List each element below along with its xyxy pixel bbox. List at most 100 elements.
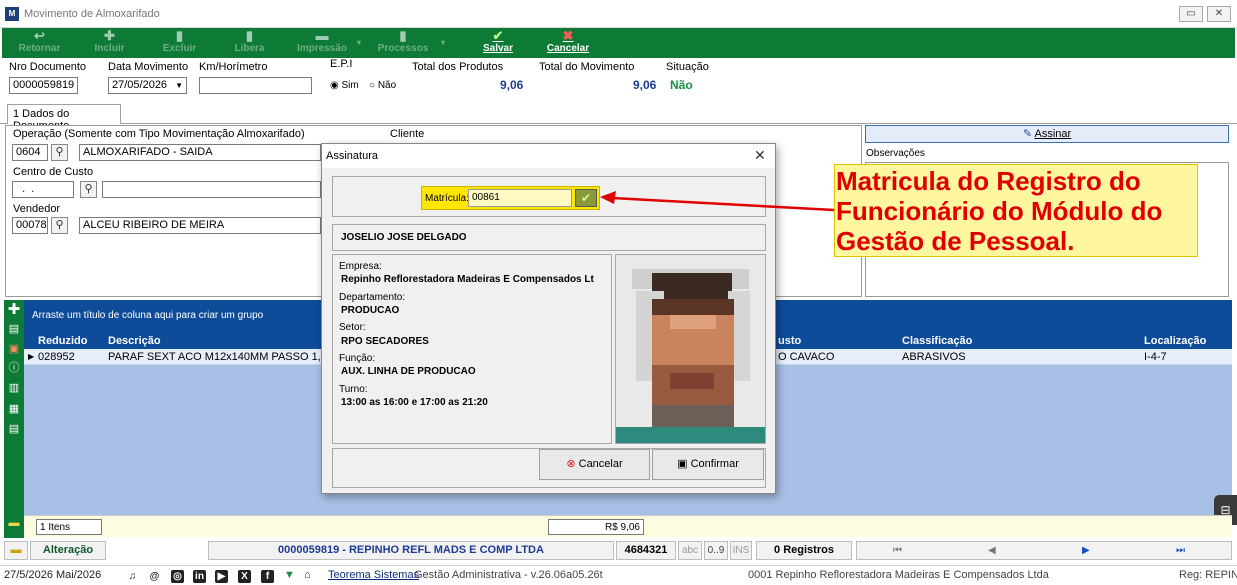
cell-custo: O CAVACO bbox=[778, 351, 835, 363]
tab-dados-documento[interactable]: 1 Dados do Documento bbox=[7, 104, 121, 132]
col-custo[interactable]: usto bbox=[778, 333, 802, 349]
status-nums: 0..9 bbox=[704, 541, 728, 560]
operacao-desc-field: ALMOXARIFADO - SAIDA bbox=[79, 144, 321, 161]
vendedor-search-icon[interactable]: ⚲ bbox=[51, 217, 68, 234]
data-movimento-value: 27/05/2026 bbox=[112, 79, 168, 91]
plus-icon: ✚ bbox=[104, 28, 115, 43]
bottom-company: 0001 Repinho Reflorestadora Madeiras E C… bbox=[748, 569, 1049, 581]
processos-button[interactable]: ▮ Processos bbox=[372, 28, 434, 58]
col-localizacao[interactable]: Localização bbox=[1144, 333, 1207, 349]
centro-custo-label: Centro de Custo bbox=[13, 166, 94, 178]
save-icon: ▣ bbox=[677, 458, 688, 470]
employee-name-section: JOSELIO JOSE DELGADO bbox=[332, 224, 766, 251]
info-icon[interactable]: ⓘ bbox=[7, 361, 21, 375]
excluir-button[interactable]: ▮ Excluir bbox=[152, 28, 207, 58]
cell-classificacao: ABRASIVOS bbox=[902, 351, 966, 363]
annotation-line-2: Funcionário do Módulo do bbox=[836, 196, 1163, 226]
add-row-icon[interactable]: ✚ bbox=[7, 302, 21, 317]
empresa-label: Empresa: bbox=[339, 261, 382, 272]
last-record-icon[interactable]: ⏭ bbox=[1176, 545, 1185, 556]
operacao-code-field[interactable]: 0604 bbox=[12, 144, 48, 161]
impressao-button[interactable]: ▬ Impressão bbox=[287, 28, 357, 58]
x-icon: ✖ bbox=[562, 28, 574, 43]
impressao-label: Impressão bbox=[296, 43, 348, 54]
return-icon: ↩ bbox=[34, 28, 45, 43]
prev-record-icon[interactable]: ◀ bbox=[988, 545, 996, 556]
teorema-link[interactable]: Teorema Sistemas bbox=[328, 566, 419, 585]
youtube-icon[interactable]: ▶ bbox=[215, 570, 228, 583]
at-icon[interactable]: @ bbox=[148, 570, 161, 583]
empresa-value: Repinho Reflorestadora Madeiras E Compen… bbox=[341, 274, 594, 285]
centro-custo-search-icon[interactable]: ⚲ bbox=[80, 181, 97, 198]
situacao-value: Não bbox=[670, 78, 693, 92]
tab-strip: 1 Dados do Documento bbox=[0, 100, 1237, 132]
bottom-tool-icon[interactable]: ▬ bbox=[7, 516, 21, 530]
nro-documento-field[interactable]: 0000059819 bbox=[9, 77, 78, 94]
total-produtos-label: Total dos Produtos bbox=[412, 61, 504, 73]
matricula-label: Matrícula: bbox=[425, 193, 469, 204]
delete-icon[interactable]: ▣ bbox=[7, 342, 21, 356]
epi-sim-label: Sim bbox=[341, 80, 359, 91]
status-mode: Alteração bbox=[30, 541, 106, 560]
sign-icon: ✎ bbox=[1022, 128, 1033, 140]
total-movimento-label: Total do Movimento bbox=[539, 61, 635, 73]
cancelar-label: Cancelar bbox=[578, 458, 623, 470]
assinar-button[interactable]: ✎ Assinar bbox=[865, 125, 1229, 143]
confirmar-button[interactable]: ▣ Confirmar bbox=[652, 449, 764, 480]
employee-info-section: Empresa: Repinho Reflorestadora Madeiras… bbox=[332, 254, 612, 444]
facebook-icon[interactable]: f bbox=[261, 570, 274, 583]
vendedor-code-field[interactable]: 00078 bbox=[12, 217, 48, 234]
report-icon[interactable]: ▤ bbox=[7, 422, 21, 436]
next-record-icon[interactable]: ▶ bbox=[1082, 545, 1090, 556]
libera-button[interactable]: ▮ Libera bbox=[222, 28, 277, 58]
setor-value: RPO SECADORES bbox=[341, 336, 429, 347]
matricula-confirm-icon[interactable]: ✔ bbox=[575, 189, 597, 207]
headset-icon[interactable]: ♫ bbox=[126, 570, 139, 583]
x-twitter-icon[interactable]: X bbox=[238, 570, 251, 583]
epi-sim-radio[interactable]: ◉ Sim bbox=[330, 80, 359, 91]
edit-icon[interactable]: ▤ bbox=[7, 322, 21, 336]
confirmar-label: Confirmar bbox=[690, 458, 739, 470]
operacao-search-icon[interactable]: ⚲ bbox=[51, 144, 68, 161]
data-movimento-field[interactable]: 27/05/2026 ▼ bbox=[108, 77, 187, 94]
close-window-button[interactable]: ✕ bbox=[1207, 6, 1231, 22]
cell-descricao: PARAF SEXT ACO M12x140MM PASSO 1,75 bbox=[108, 351, 333, 363]
dialog-titlebar: Assinatura bbox=[322, 144, 775, 168]
epi-nao-label: Não bbox=[377, 80, 397, 91]
calendar-dropdown-icon[interactable]: ▼ bbox=[175, 78, 183, 93]
incluir-button[interactable]: ✚ Incluir bbox=[82, 28, 137, 58]
linkedin-icon[interactable]: in bbox=[193, 570, 206, 583]
employee-photo bbox=[615, 254, 766, 444]
dialog-close-icon[interactable]: ✕ bbox=[754, 147, 766, 164]
salvar-button[interactable]: ✔ Salvar bbox=[472, 28, 524, 58]
impressao-dropdown-icon[interactable]: ▾ bbox=[354, 28, 364, 58]
printer-icon: ▬ bbox=[315, 28, 329, 43]
grid-icon[interactable]: ▦ bbox=[7, 402, 21, 416]
col-descricao[interactable]: Descrição bbox=[108, 333, 161, 349]
setor-label: Setor: bbox=[339, 322, 366, 333]
libera-label: Libera bbox=[234, 43, 265, 54]
matricula-field[interactable]: 00861 bbox=[468, 189, 572, 207]
col-classificacao[interactable]: Classificação bbox=[902, 333, 973, 349]
excluir-label: Excluir bbox=[162, 43, 197, 54]
km-field[interactable] bbox=[199, 77, 312, 94]
book-icon[interactable]: ▥ bbox=[7, 381, 21, 395]
radio-unchecked-icon: ○ bbox=[369, 80, 376, 91]
cancelar-button[interactable]: ⊗ Cancelar bbox=[539, 449, 650, 480]
centro-custo-code-field[interactable]: . . bbox=[12, 181, 74, 198]
instagram-icon[interactable]: ◎ bbox=[171, 570, 184, 583]
radio-checked-icon: ◉ bbox=[330, 80, 339, 91]
first-record-icon[interactable]: ⏮ bbox=[893, 545, 902, 556]
cancelar-toolbar-button[interactable]: ✖ Cancelar bbox=[540, 28, 596, 58]
status-registros: 0 Registros bbox=[756, 541, 852, 560]
processos-dropdown-icon[interactable]: ▾ bbox=[438, 28, 448, 58]
annotation-line-3: Gestão de Pessoal. bbox=[836, 226, 1075, 256]
epi-nao-radio[interactable]: ○ Não bbox=[369, 80, 396, 91]
app-icon: M bbox=[5, 7, 19, 21]
minimize-button[interactable]: ▭ bbox=[1179, 6, 1203, 22]
retornar-button[interactable]: ↩ Retornar bbox=[12, 28, 67, 58]
total-produtos-value: 9,06 bbox=[500, 78, 524, 92]
col-reduzido[interactable]: Reduzido bbox=[38, 333, 88, 349]
annotation-line-1: Matricula do Registro do bbox=[836, 166, 1141, 196]
data-movimento-label: Data Movimento bbox=[108, 61, 189, 73]
